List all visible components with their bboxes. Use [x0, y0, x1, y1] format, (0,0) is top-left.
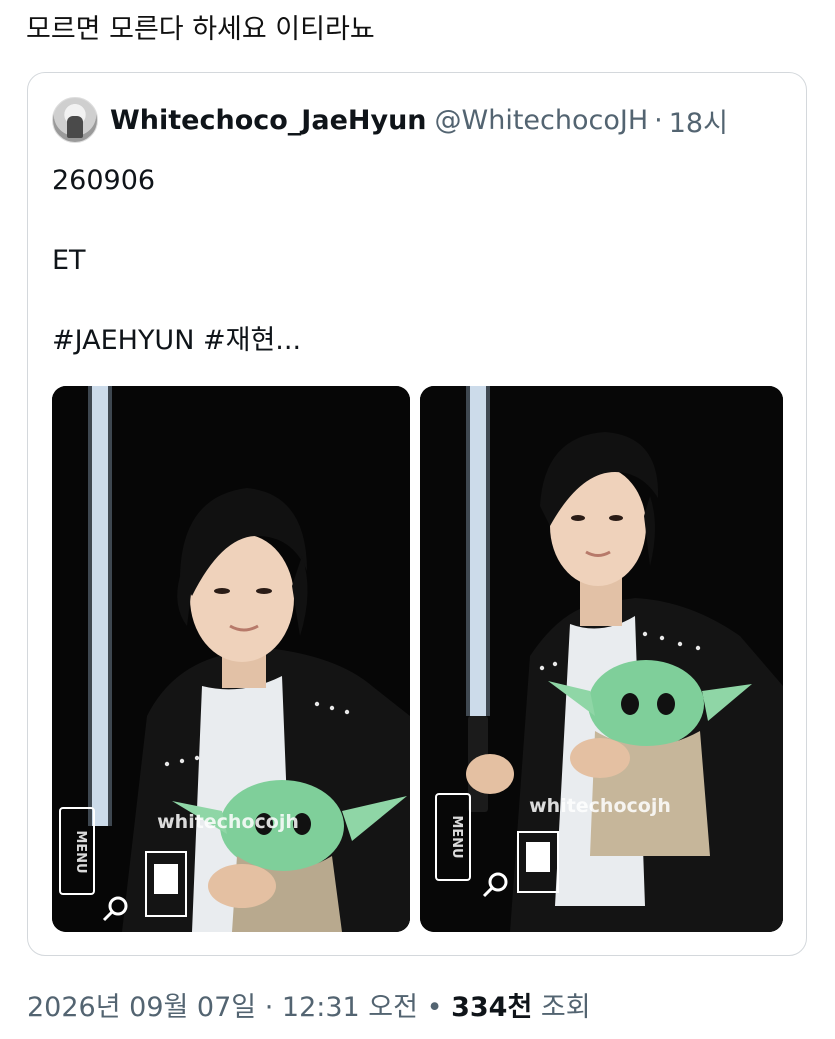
photo-2-illustration: MENU whitechocojh: [420, 386, 783, 932]
separator-dot: ·: [654, 104, 663, 136]
svg-text:whitechocojh: whitechocojh: [529, 795, 671, 817]
post-text: 모르면 모른다 하세요 이티라뇨: [26, 14, 375, 45]
tweet-date[interactable]: 2026년 09월 07일: [27, 992, 256, 1023]
svg-text:MENU: MENU: [449, 815, 464, 858]
body-spacer: [52, 201, 301, 241]
body-line-date: 260906: [52, 165, 156, 196]
view-count[interactable]: 334천: [451, 992, 532, 1023]
quoted-tweet-header: Whitechoco_JaeHyun @WhitechocoJH · 18시: [52, 95, 728, 145]
tweet-photo-1[interactable]: MENU whitechocojh: [52, 386, 410, 932]
tweet-photo-2[interactable]: MENU whitechocojh: [420, 386, 783, 932]
view-label: 조회: [540, 992, 591, 1023]
body-line-hashtags[interactable]: #JAEHYUN #재현...: [52, 321, 301, 361]
body-line-et: ET: [52, 245, 86, 276]
tweet-meta: 2026년 09월 07일 · 12:31 오전 • 334천 조회: [27, 985, 591, 1024]
tweet-timestamp[interactable]: 12:31 오전: [282, 992, 418, 1023]
body-spacer: [52, 281, 301, 321]
tweet-time[interactable]: 18시: [669, 101, 728, 140]
svg-text:whitechocojh: whitechocojh: [157, 811, 299, 833]
quoted-tweet-body: 260906 ET #JAEHYUN #재현...: [52, 161, 301, 361]
display-name[interactable]: Whitechoco_JaeHyun: [110, 105, 427, 136]
user-handle[interactable]: @WhitechocoJH: [435, 105, 649, 136]
photo-1-illustration: MENU whitechocojh: [52, 386, 410, 932]
avatar[interactable]: [52, 97, 98, 143]
quoted-tweet-card[interactable]: Whitechoco_JaeHyun @WhitechocoJH · 18시 2…: [27, 72, 807, 956]
svg-text:MENU: MENU: [73, 830, 88, 873]
separator-dot: ·: [264, 992, 274, 1023]
separator-bullet: •: [426, 992, 443, 1023]
